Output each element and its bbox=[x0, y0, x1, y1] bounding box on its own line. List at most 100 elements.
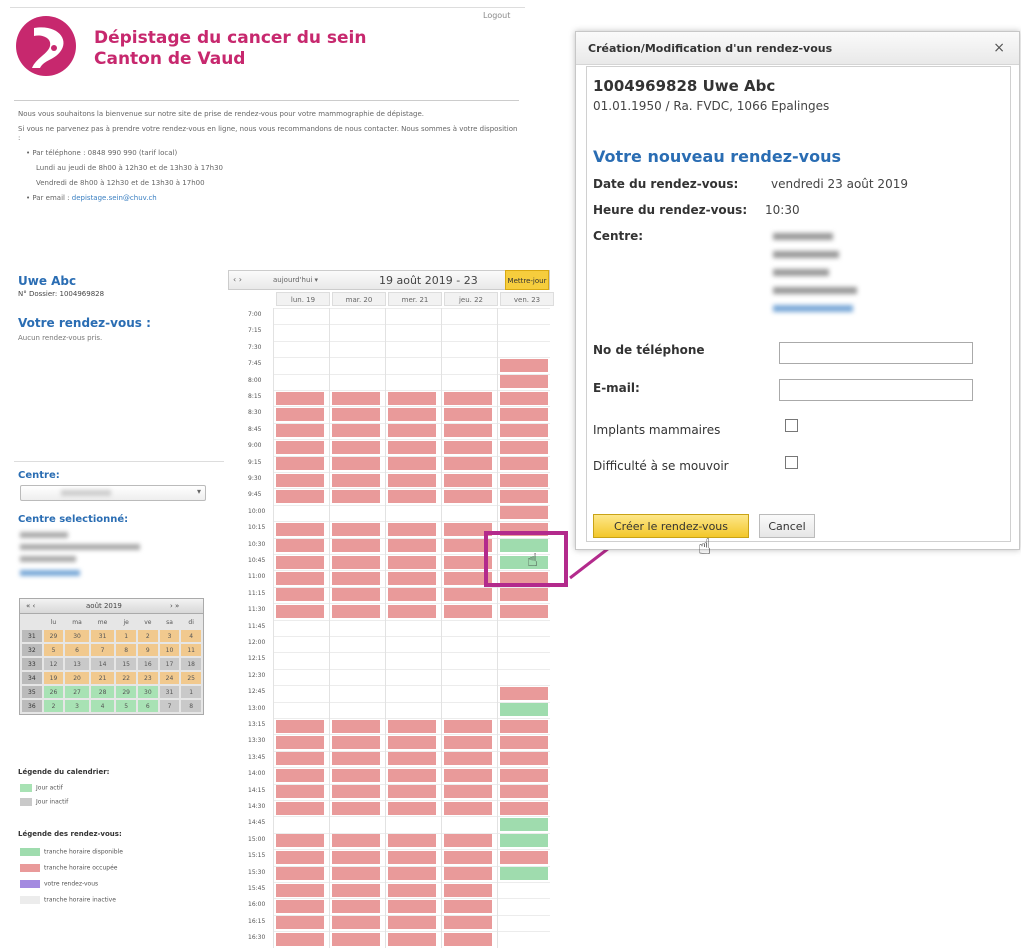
time-label: 14:30 bbox=[248, 803, 266, 810]
mini-calendar-day[interactable]: 3 bbox=[159, 630, 180, 642]
mini-calendar-day[interactable]: 1 bbox=[181, 686, 201, 698]
time-label: 10:45 bbox=[248, 557, 266, 564]
occupied-slot bbox=[332, 883, 380, 897]
mini-calendar-day[interactable]: 2 bbox=[43, 700, 64, 712]
mini-calendar-day[interactable]: 9 bbox=[138, 644, 158, 656]
mini-calendar-day[interactable]: 7 bbox=[159, 700, 180, 712]
mini-calendar-day[interactable]: 22 bbox=[116, 672, 136, 684]
mini-calendar-day[interactable]: 7 bbox=[90, 644, 115, 656]
available-slot[interactable] bbox=[500, 867, 548, 881]
appointment-status: Aucun rendez-vous pris. bbox=[18, 334, 103, 342]
occupied-slot bbox=[500, 358, 548, 372]
mini-calendar-day[interactable]: 6 bbox=[138, 700, 158, 712]
occupied-slot bbox=[444, 752, 492, 766]
refresh-button[interactable]: Mettre-jour bbox=[505, 270, 549, 290]
mini-calendar-day[interactable]: 29 bbox=[116, 686, 136, 698]
today-button[interactable]: aujourd'hui ▾ bbox=[273, 276, 318, 284]
centre-select[interactable]: ▾ bbox=[20, 485, 206, 501]
day-header: ven. 23 bbox=[500, 292, 554, 306]
time-label: 8:15 bbox=[248, 393, 262, 400]
mini-calendar-day[interactable]: 31 bbox=[159, 686, 180, 698]
mini-calendar-day[interactable]: 15 bbox=[116, 658, 136, 670]
occupied-slot bbox=[276, 391, 324, 405]
mini-calendar-day[interactable]: 31 bbox=[90, 630, 115, 642]
cancel-button[interactable]: Cancel bbox=[759, 514, 815, 538]
time-label: 14:00 bbox=[248, 770, 266, 778]
mini-calendar-day[interactable]: 17 bbox=[159, 658, 180, 670]
mini-calendar-day[interactable]: 5 bbox=[116, 700, 136, 712]
mini-calendar-day[interactable]: 8 bbox=[181, 700, 201, 712]
occupied-slot bbox=[332, 604, 380, 618]
available-slot[interactable] bbox=[500, 817, 548, 831]
mini-calendar-next[interactable]: › » bbox=[170, 602, 179, 610]
legend-available-slot: tranche horaire disponible bbox=[20, 848, 123, 856]
mini-calendar-day[interactable]: 10 bbox=[159, 644, 180, 656]
dialog-title: Création/Modification d'un rendez-vous bbox=[588, 42, 833, 55]
mini-calendar-day[interactable]: 23 bbox=[138, 672, 158, 684]
time-label: 14:15 bbox=[248, 786, 266, 794]
mini-calendar-day[interactable]: 13 bbox=[65, 658, 89, 670]
mini-calendar-day[interactable]: 3 bbox=[65, 700, 89, 712]
mini-calendar-day[interactable]: 19 bbox=[43, 672, 64, 684]
create-appointment-button[interactable]: Créer le rendez-vous bbox=[593, 514, 749, 538]
available-slot[interactable] bbox=[500, 703, 548, 717]
occupied-slot bbox=[388, 850, 436, 864]
mini-calendar-day[interactable]: 24 bbox=[159, 672, 180, 684]
occupied-slot bbox=[388, 719, 436, 733]
occupied-slot bbox=[332, 834, 380, 848]
mini-calendar-prev[interactable]: « ‹ bbox=[26, 602, 35, 610]
legend-inactive-slot: tranche horaire inactive bbox=[20, 896, 116, 904]
weekday-header: di bbox=[188, 618, 194, 626]
occupied-slot bbox=[276, 801, 324, 815]
occupied-slot bbox=[388, 440, 436, 454]
mini-calendar-day[interactable]: 14 bbox=[90, 658, 115, 670]
week-prev-next[interactable]: ‹ › bbox=[233, 275, 242, 284]
mini-calendar-day[interactable]: 25 bbox=[181, 672, 201, 684]
occupied-slot bbox=[332, 424, 380, 438]
logout-link[interactable]: Logout bbox=[483, 11, 510, 20]
legend-active-day: Jour actif bbox=[20, 784, 63, 792]
occupied-slot bbox=[500, 457, 548, 471]
time-label: 12:30 bbox=[248, 671, 266, 679]
mini-calendar-day[interactable]: 16 bbox=[138, 658, 158, 670]
mobility-checkbox[interactable] bbox=[785, 456, 798, 469]
mini-calendar-day[interactable]: 8 bbox=[116, 644, 136, 656]
mini-calendar-day[interactable]: 1 bbox=[116, 630, 136, 642]
mini-calendar-day[interactable]: 30 bbox=[65, 630, 89, 642]
email-input[interactable] bbox=[779, 379, 973, 401]
mini-calendar-day[interactable]: 18 bbox=[181, 658, 201, 670]
occupied-slot bbox=[500, 375, 548, 389]
occupied-slot bbox=[332, 457, 380, 471]
mini-calendar-day[interactable]: 29 bbox=[43, 630, 64, 642]
mini-calendar-day[interactable]: 4 bbox=[90, 700, 115, 712]
occupied-slot bbox=[276, 932, 324, 946]
mini-calendar-day[interactable]: 6 bbox=[65, 644, 89, 656]
email-link[interactable]: depistage.sein@chuv.ch bbox=[72, 194, 157, 202]
mini-calendar-day[interactable]: 4 bbox=[181, 630, 201, 642]
mini-calendar-day[interactable]: 5 bbox=[43, 644, 64, 656]
time-label: 14:45 bbox=[248, 819, 266, 827]
mini-calendar-day[interactable]: 26 bbox=[43, 686, 64, 698]
dialog-body: 1004969828 Uwe Abc 01.01.1950 / Ra. FVDC… bbox=[586, 66, 1011, 542]
mini-calendar-day[interactable]: 20 bbox=[65, 672, 89, 684]
implants-checkbox[interactable] bbox=[785, 419, 798, 432]
mini-calendar-header: « ‹ août 2019 › » bbox=[20, 599, 203, 614]
occupied-slot bbox=[500, 489, 548, 503]
mini-calendar-day[interactable]: 11 bbox=[181, 644, 201, 656]
phone-input[interactable] bbox=[779, 342, 973, 364]
mini-calendar-day[interactable]: 12 bbox=[43, 658, 64, 670]
mini-calendar-day[interactable]: 27 bbox=[65, 686, 89, 698]
time-label: 8:00 bbox=[248, 376, 262, 384]
occupied-slot bbox=[388, 522, 436, 536]
available-slot[interactable] bbox=[500, 834, 548, 848]
weekday-header: ve bbox=[144, 618, 152, 626]
occupied-slot bbox=[388, 785, 436, 799]
close-icon[interactable]: × bbox=[993, 40, 1005, 56]
mini-calendar-day[interactable]: 28 bbox=[90, 686, 115, 698]
mini-calendar-day[interactable]: 2 bbox=[138, 630, 158, 642]
mini-calendar-day[interactable]: 21 bbox=[90, 672, 115, 684]
occupied-slot bbox=[500, 391, 548, 405]
occupied-slot bbox=[444, 391, 492, 405]
mini-calendar-day[interactable]: 30 bbox=[138, 686, 158, 698]
column-line bbox=[497, 308, 498, 948]
